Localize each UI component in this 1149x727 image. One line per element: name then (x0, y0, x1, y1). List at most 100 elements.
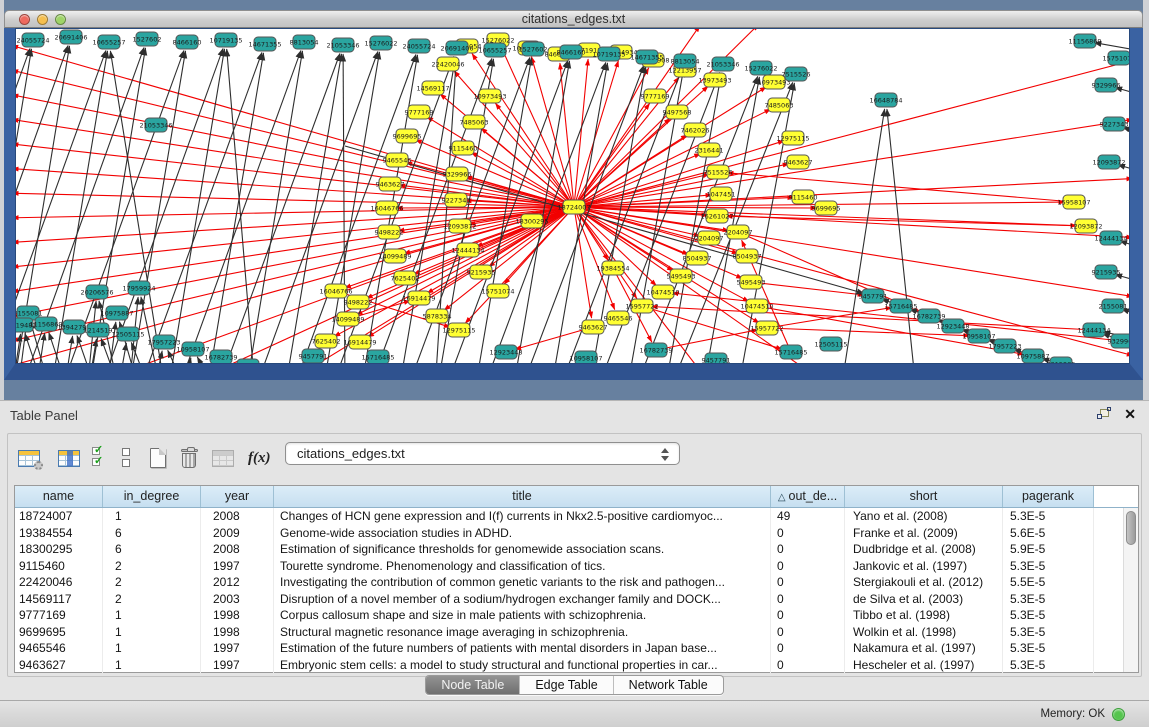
select-all-rows-icon[interactable]: ✓✓ (92, 443, 105, 473)
table-cell: 22420046 (15, 574, 103, 591)
svg-text:2204097: 2204097 (724, 229, 753, 237)
svg-text:9463627: 9463627 (784, 159, 813, 167)
column-header-title[interactable]: title (274, 486, 771, 507)
table-cell: 1998 (201, 624, 274, 641)
function-builder-icon[interactable]: f(x) (248, 443, 271, 473)
svg-text:9215935: 9215935 (467, 269, 496, 277)
table-cell: 0 (771, 591, 845, 608)
table-cell: 1997 (201, 640, 274, 657)
table-panel: Table Panel ✕ citations_edges.txt ✓✓ f(x)… (0, 400, 1149, 727)
table-header-row: namein_degreeyeartitle△out_de...shortpag… (15, 486, 1138, 508)
svg-text:9699695: 9699695 (812, 205, 841, 213)
table-row[interactable]: 1456911722003Disruption of a novel membe… (15, 591, 1138, 608)
new-column-icon[interactable] (150, 443, 166, 473)
svg-text:9463627: 9463627 (579, 324, 608, 332)
network-desktop-area: citations_edges.txt 18724007224200461456… (0, 0, 1149, 400)
table-cell: 1 (103, 640, 201, 657)
column-header-name[interactable]: name (15, 486, 103, 507)
table-cell: 5.3E-5 (1003, 591, 1094, 608)
delete-column-icon[interactable] (181, 443, 198, 473)
table-cell: de Silva et al. (2003) (845, 591, 1003, 608)
svg-text:7625402: 7625402 (391, 275, 420, 283)
table-panel-title: Table Panel (10, 408, 78, 423)
table-row[interactable]: 2242004622012Investigating the contribut… (15, 574, 1138, 591)
svg-text:10719135: 10719135 (209, 37, 242, 45)
svg-text:9215935: 9215935 (1047, 361, 1076, 365)
table-cell: Genome-wide association studies in ADHD. (274, 525, 771, 542)
table-cell: Corpus callosum shape and size in male p… (274, 607, 771, 624)
column-header-pagerank[interactable]: pagerank (1003, 486, 1094, 507)
sort-ascending-icon: △ (778, 492, 786, 503)
tab-node-table[interactable]: Node Table (426, 676, 519, 694)
table-row[interactable]: 1938455462009Genome-wide association stu… (15, 525, 1138, 542)
svg-text:16782739: 16782739 (204, 354, 237, 362)
select-column-icon[interactable] (58, 443, 80, 473)
table-cell: Yano et al. (2008) (845, 508, 1003, 525)
svg-text:12093872: 12093872 (443, 223, 476, 231)
table-cell: Changes of HCN gene expression and I(f) … (274, 508, 771, 525)
svg-text:19384554: 19384554 (596, 265, 629, 273)
table-row[interactable]: 946362711997Embryonic stem cells: a mode… (15, 657, 1138, 674)
svg-text:12505115: 12505115 (111, 331, 144, 339)
table-row[interactable]: 946554611997Estimation of the future num… (15, 640, 1138, 657)
svg-text:15276022: 15276022 (744, 65, 777, 73)
svg-text:7485063: 7485063 (765, 102, 794, 110)
svg-text:21053346: 21053346 (326, 42, 359, 50)
table-row[interactable]: 977716911998Corpus callosum shape and si… (15, 607, 1138, 624)
column-header-in_degree[interactable]: in_degree (103, 486, 201, 507)
svg-text:12923448: 12923448 (936, 323, 969, 331)
table-row[interactable]: 1872400712008Changes of HCN gene express… (15, 508, 1138, 525)
svg-text:12923448: 12923448 (231, 363, 264, 365)
svg-text:9465546: 9465546 (383, 157, 412, 165)
svg-text:8504937: 8504937 (733, 253, 762, 261)
network-graph-canvas[interactable]: 1872400722420046145691179777169969969594… (15, 28, 1130, 364)
table-cell: 5.3E-5 (1003, 624, 1094, 641)
network-window-titlebar[interactable]: citations_edges.txt (4, 10, 1143, 28)
table-cell: Disruption of a novel member of a sodium… (274, 591, 771, 608)
table-cell: 0 (771, 624, 845, 641)
table-cell: 14569117 (15, 591, 103, 608)
svg-text:13973493: 13973493 (698, 77, 731, 85)
memory-status-icon (1112, 708, 1125, 721)
svg-text:10719135: 10719135 (592, 51, 625, 59)
column-header-out_de[interactable]: △out_de... (771, 486, 845, 507)
delete-table-icon[interactable] (212, 443, 234, 473)
table-row[interactable]: 1830029562008Estimation of significance … (15, 541, 1138, 558)
svg-text:5878334: 5878334 (423, 313, 452, 321)
tab-network-table[interactable]: Network Table (613, 676, 723, 694)
svg-text:15957722: 15957722 (750, 325, 783, 333)
table-cell: Investigating the contribution of common… (274, 574, 771, 591)
tab-edge-table[interactable]: Edge Table (519, 676, 612, 694)
svg-text:16046766: 16046766 (319, 288, 352, 296)
svg-text:8504937: 8504937 (683, 255, 712, 263)
svg-text:10975887: 10975887 (1016, 353, 1049, 361)
table-vertical-scrollbar[interactable] (1123, 508, 1138, 672)
table-cell: 1997 (201, 558, 274, 575)
table-cell: 2 (103, 591, 201, 608)
svg-text:14099489: 14099489 (331, 316, 364, 324)
table-cell: 9463627 (15, 657, 103, 674)
table-cell: 9115460 (15, 558, 103, 575)
table-row[interactable]: 969969511998Structural magnetic resonanc… (15, 624, 1138, 641)
table-selector-dropdown[interactable]: citations_edges.txt (285, 442, 680, 465)
table-cell: 1997 (201, 657, 274, 674)
table-options-icon[interactable] (18, 443, 40, 473)
table-cell: 0 (771, 640, 845, 657)
scrollbar-thumb[interactable] (1126, 511, 1136, 545)
table-tab-bar: Node TableEdge TableNetwork Table (0, 675, 1149, 699)
column-header-year[interactable]: year (201, 486, 274, 507)
table-cell: Stergiakouli et al. (2012) (845, 574, 1003, 591)
float-panel-icon[interactable] (1097, 409, 1111, 422)
table-cell: Tourette syndrome. Phenomenology and cla… (274, 558, 771, 575)
close-panel-icon[interactable]: ✕ (1124, 406, 1136, 423)
table-cell: 5.3E-5 (1003, 558, 1094, 575)
table-row[interactable]: 911546021997Tourette syndrome. Phenomeno… (15, 558, 1138, 575)
svg-text:24055724: 24055724 (402, 43, 435, 51)
deselect-rows-icon[interactable] (122, 443, 131, 473)
table-cell: Embryonic stem cells: a model to study s… (274, 657, 771, 674)
svg-text:21053346: 21053346 (706, 61, 739, 69)
table-cell: 18724007 (15, 508, 103, 525)
column-header-short[interactable]: short (845, 486, 1003, 507)
table-cell: 9465546 (15, 640, 103, 657)
svg-text:10655257: 10655257 (92, 39, 125, 47)
